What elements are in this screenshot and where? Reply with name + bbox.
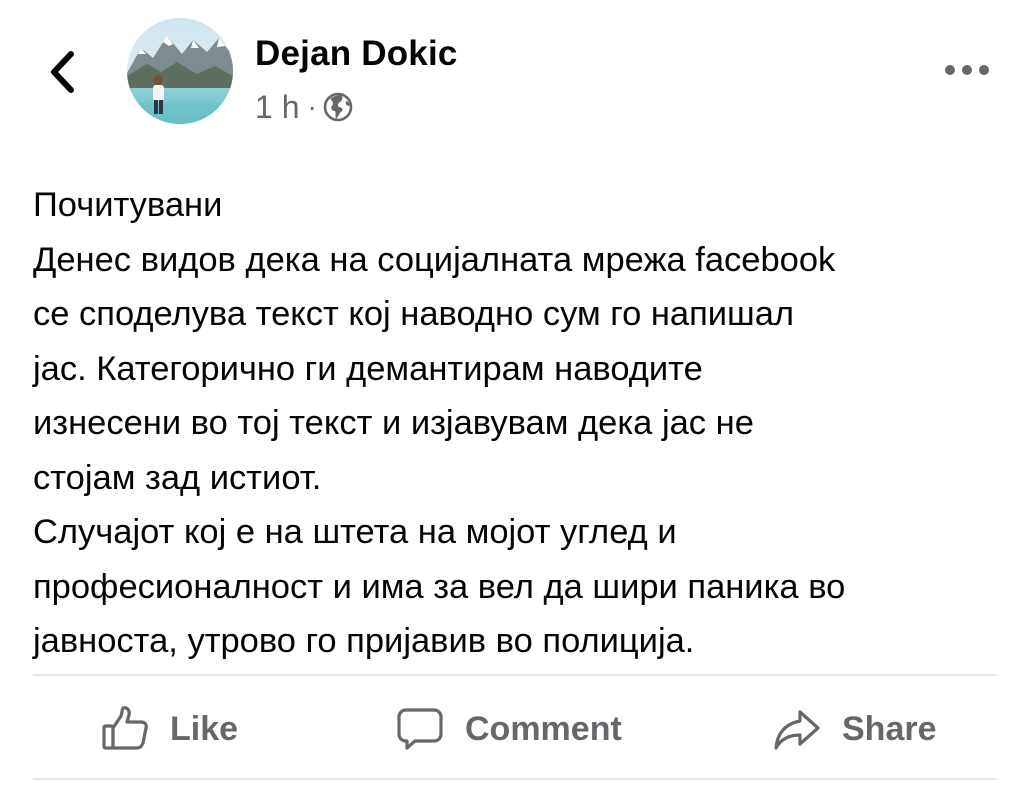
share-button[interactable]: Share (772, 700, 937, 758)
more-options-button[interactable] (940, 52, 994, 88)
post-meta: 1 h · (255, 86, 353, 128)
post-text-line: јас. Категорично ги демантирам наводите (33, 349, 703, 388)
post-body: Почитувани Денес видов дека на социјална… (33, 178, 1013, 669)
chevron-left-icon (51, 51, 74, 93)
comment-bubble-icon (395, 704, 445, 754)
share-label: Share (842, 709, 937, 748)
comment-label: Comment (465, 709, 622, 748)
more-horizontal-icon (945, 65, 989, 75)
share-arrow-icon (772, 704, 822, 754)
post-text-line: професионалност и има за вел да шири пан… (33, 567, 846, 606)
post-text-line: се споделува текст кој наводно сум го на… (33, 295, 795, 333)
post-text-line: Почитувани (33, 186, 223, 224)
globe-icon (323, 92, 353, 122)
avatar-photo (127, 18, 233, 124)
actions-divider-bottom (33, 778, 997, 780)
post-text-line: јавноста, утрово го пријавив во полиција… (33, 622, 695, 660)
comment-button[interactable]: Comment (395, 700, 622, 758)
post-text-line: Случајот кој е на штета на мојот углед и (33, 513, 677, 551)
post-text-line: изнесени во тој текст и изјавувам дека ј… (33, 404, 754, 442)
thumbs-up-icon (100, 704, 150, 754)
post-text-line: стојам зад истиот. (33, 458, 322, 497)
post-text-line: Денес видов дека на социјалната мрежа fa… (33, 240, 836, 279)
like-button[interactable]: Like (100, 700, 238, 758)
avatar[interactable] (127, 18, 233, 124)
like-label: Like (170, 709, 239, 748)
author-name[interactable]: Dejan Dokic (255, 34, 458, 74)
meta-separator: · (307, 91, 317, 122)
post-time[interactable]: 1 h (255, 89, 299, 126)
actions-divider-top (33, 674, 997, 676)
back-button[interactable] (40, 48, 84, 96)
